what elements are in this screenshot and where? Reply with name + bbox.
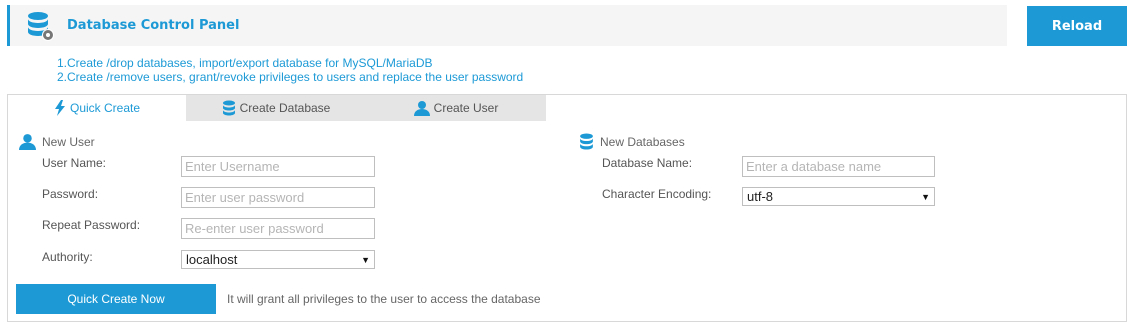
new-user-heading: New User xyxy=(19,133,95,150)
section-title-label: New User xyxy=(42,134,95,149)
page-title: Database Control Panel xyxy=(67,18,240,33)
lightning-icon xyxy=(54,100,66,116)
intro-line-2: 2.Create /remove users, grant/revoke pri… xyxy=(57,70,524,84)
dropdown-arrow-icon: ▼ xyxy=(361,254,370,265)
database-name-label: Database Name: xyxy=(602,156,693,170)
encoding-selected-value: utf-8 xyxy=(747,189,774,204)
tab-bar: Quick Create Create Database Create User xyxy=(8,95,546,121)
repeat-password-label: Repeat Password: xyxy=(42,218,141,232)
tab-label: Create Database xyxy=(239,101,331,115)
password-input[interactable] xyxy=(181,187,375,208)
username-input[interactable] xyxy=(181,156,375,177)
database-icon xyxy=(222,100,236,116)
database-gear-icon xyxy=(24,10,56,42)
intro-text: 1.Create /drop databases, import/export … xyxy=(57,56,523,84)
authority-select[interactable]: localhost ▼ xyxy=(181,250,375,269)
encoding-label: Character Encoding: xyxy=(602,187,712,201)
quick-create-now-button[interactable]: Quick Create Now xyxy=(16,284,216,314)
tab-create-database[interactable]: Create Database xyxy=(186,95,366,121)
tab-label: Quick Create xyxy=(69,101,141,115)
repeat-password-input[interactable] xyxy=(181,218,375,239)
database-icon xyxy=(579,133,594,150)
section-title-label: New Databases xyxy=(600,134,685,149)
authority-selected-value: localhost xyxy=(186,252,238,267)
user-icon xyxy=(413,100,430,116)
reload-button[interactable]: Reload xyxy=(1027,6,1127,46)
dropdown-arrow-icon: ▼ xyxy=(921,191,930,202)
tab-create-user[interactable]: Create User xyxy=(366,95,546,121)
user-icon xyxy=(19,133,36,150)
quick-create-panel: Quick Create Create Database Create User xyxy=(7,94,1127,322)
tab-label: Create User xyxy=(433,101,499,115)
new-databases-heading: New Databases xyxy=(579,133,685,150)
database-name-input[interactable] xyxy=(742,156,935,177)
encoding-select[interactable]: utf-8 ▼ xyxy=(742,187,935,206)
grant-privileges-hint: It will grant all privileges to the user… xyxy=(227,292,541,306)
tab-quick-create[interactable]: Quick Create xyxy=(8,95,186,121)
header-bar: Database Control Panel xyxy=(7,5,1007,46)
intro-line-1: 1.Create /drop databases, import/export … xyxy=(57,56,433,70)
username-label: User Name: xyxy=(42,156,107,170)
password-label: Password: xyxy=(42,187,99,201)
authority-label: Authority: xyxy=(42,250,93,264)
